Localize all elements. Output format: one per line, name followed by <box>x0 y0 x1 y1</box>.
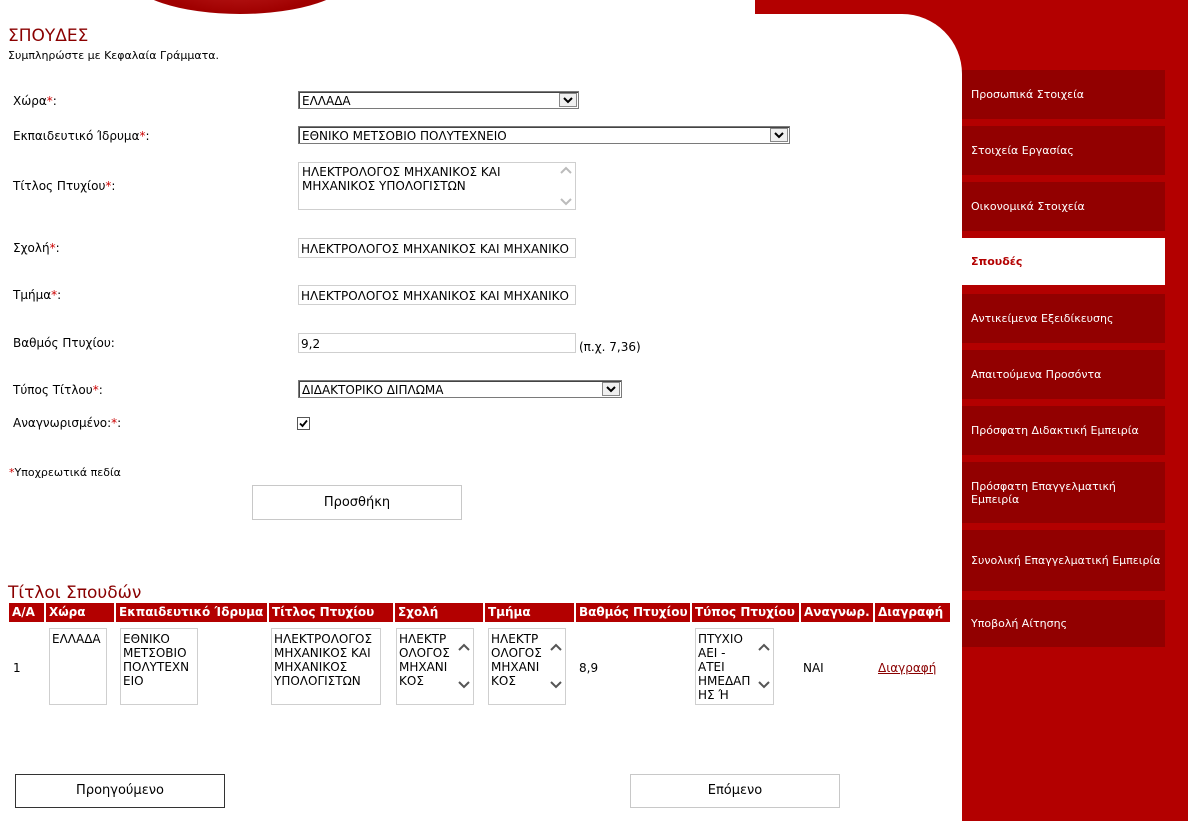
table-header-grade: Βαθμός Πτυχίου <box>576 603 690 622</box>
add-button[interactable]: Προσθήκη <box>252 485 462 520</box>
row-institution[interactable]: ΕΘΝΙΚΟ ΜΕΤΣΟΒΙΟ ΠΟΛΥΤΕΧΝ ΕΙΟ <box>120 628 198 705</box>
colon: : <box>57 288 62 302</box>
table-header-index: Α/Α <box>9 603 44 622</box>
chevron-down-icon[interactable] <box>602 382 620 396</box>
next-button[interactable]: Επόμενο <box>630 774 840 808</box>
degree-title-textarea[interactable]: ΗΛΕΚΤΡΟΛΟΓΟΣ ΜΗΧΑΝΙΚΟΣ ΚΑΙ ΜΗΧΑΝΙΚΟΣ ΥΠΟ… <box>298 162 576 210</box>
checkmark-icon <box>299 419 308 428</box>
row-department[interactable]: ΗΛΕΚΤΡ ΟΛΟΓΟΣ ΜΗΧΑΝΙ ΚΟΣ <box>488 628 566 705</box>
department-label: Τμήμα*: <box>13 288 61 302</box>
institution-label: Εκπαιδευτικό Ίδρυμα*: <box>13 129 150 143</box>
school-label: Σχολή*: <box>13 241 60 255</box>
colon: : <box>55 241 60 255</box>
colon: : <box>145 129 150 143</box>
recognized-label: Αναγνωρισμένο:*: <box>13 416 121 430</box>
grade-hint: (π.χ. 7,36) <box>579 340 641 354</box>
row-school[interactable]: ΗΛΕΚΤΡ ΟΛΟΓΟΣ ΜΗΧΑΝΙ ΚΟΣ <box>396 628 474 705</box>
row-index: 1 <box>13 661 21 675</box>
degree-title-value: ΗΛΕΚΤΡΟΛΟΓΟΣ ΜΗΧΑΝΙΚΟΣ ΚΑΙ ΜΗΧΑΝΙΚΟΣ ΥΠΟ… <box>302 165 501 193</box>
page-subtitle: Συμπληρώστε με Κεφαλαία Γράμματα. <box>8 49 219 62</box>
title-type-select-value: ΔΙΔΑΚΤΟΡΙΚΟ ΔΙΠΛΩΜΑ <box>302 383 444 397</box>
scroll-up-icon[interactable] <box>559 166 573 175</box>
row-degree-type-value: ΠΤΥΧΙΟ ΑΕΙ - ΑΤΕΙ ΗΜΕΔΑΠ ΗΣ Ή <box>698 632 751 702</box>
grade-label: Βαθμός Πτυχίου: <box>13 336 115 350</box>
colon: : <box>111 179 116 193</box>
sidebar-item-qualifications[interactable]: Απαιτούμενα Προσόντα <box>962 350 1165 399</box>
top-band <box>0 0 755 14</box>
row-degree-title[interactable]: ΗΛΕΚΤΡΟΛΟΓΟΣ ΜΗΧΑΝΙΚΟΣ ΚΑΙ ΜΗΧΑΝΙΚΟΣ ΥΠΟ… <box>271 628 381 705</box>
table-title: Τίτλοι Σπουδών <box>8 583 142 603</box>
school-label-text: Σχολή <box>13 241 50 255</box>
sidebar-item-financial[interactable]: Οικονομικά Στοιχεία <box>962 182 1165 231</box>
table-header-country: Χώρα <box>46 603 114 622</box>
table-header-institution: Εκπαιδευτικό Ίδρυμα <box>116 603 267 622</box>
cell-scrollbar[interactable] <box>757 643 771 689</box>
table-header-recognized: Αναγνωρ. <box>801 603 873 622</box>
recognized-checkbox[interactable] <box>297 417 310 430</box>
school-input[interactable]: ΗΛΕΚΤΡΟΛΟΓΟΣ ΜΗΧΑΝΙΚΟΣ ΚΑΙ ΜΗΧΑΝΙΚΟ <box>298 238 576 258</box>
colon: : <box>98 383 103 397</box>
chevron-down-icon[interactable] <box>559 93 577 107</box>
sidebar-item-teaching-experience[interactable]: Πρόσφατη Διδακτική Εμπειρία <box>962 406 1165 455</box>
country-label: Χώρα*: <box>13 94 57 108</box>
institution-label-text: Εκπαιδευτικό Ίδρυμα <box>13 129 140 143</box>
scroll-up-icon[interactable] <box>549 643 563 652</box>
country-label-text: Χώρα <box>13 94 47 108</box>
colon: : <box>117 416 122 430</box>
institution-select-value: ΕΘΝΙΚΟ ΜΕΤΣΟΒΙΟ ΠΟΛΥΤΕΧΝΕΙΟ <box>302 129 507 143</box>
textarea-scrollbar[interactable] <box>559 166 573 206</box>
table-header-degree-title: Τίτλος Πτυχίου <box>269 603 393 622</box>
sidebar-item-total-professional[interactable]: Συνολική Επαγγελματική Εμπειρία <box>962 530 1165 591</box>
row-recognized: ΝΑΙ <box>803 661 824 675</box>
sidebar-item-studies[interactable]: Σπουδές <box>962 238 1165 285</box>
institution-select[interactable]: ΕΘΝΙΚΟ ΜΕΤΣΟΒΙΟ ΠΟΛΥΤΕΧΝΕΙΟ <box>298 126 790 144</box>
country-select-value: ΕΛΛΑΔΑ <box>302 94 351 108</box>
sidebar-item-personal[interactable]: Προσωπικά Στοιχεία <box>962 70 1165 119</box>
row-degree-type[interactable]: ΠΤΥΧΙΟ ΑΕΙ - ΑΤΕΙ ΗΜΕΔΑΠ ΗΣ Ή <box>695 628 774 705</box>
sidebar-item-submit[interactable]: Υποβολή Αίτησης <box>962 600 1165 647</box>
scroll-down-icon[interactable] <box>559 197 573 206</box>
sidebar-item-recent-professional[interactable]: Πρόσφατη Επαγγελματική Εμπειρία <box>962 462 1165 523</box>
scroll-down-icon[interactable] <box>757 680 771 689</box>
colon: : <box>52 94 57 108</box>
title-type-label-text: Τύπος Τίτλου <box>13 383 93 397</box>
recognized-label-text: Αναγνωρισμένο: <box>13 416 112 430</box>
row-grade: 8,9 <box>579 661 599 675</box>
chevron-down-icon[interactable] <box>770 128 788 142</box>
row-country[interactable]: ΕΛΛΑΔΑ <box>49 628 107 705</box>
grade-input[interactable]: 9,2 <box>298 333 576 353</box>
degree-title-label-text: Τίτλος Πτυχίου <box>13 179 106 193</box>
page-title: ΣΠΟΥΔΕΣ <box>8 26 89 46</box>
required-note: *Υποχρεωτικά πεδία <box>9 466 121 479</box>
degree-title-label: Τίτλος Πτυχίου*: <box>13 179 115 193</box>
required-note-text: Υποχρεωτικά πεδία <box>14 466 121 479</box>
sidebar-item-employment[interactable]: Στοιχεία Εργασίας <box>962 126 1165 175</box>
table-header-degree-type: Τύπος Πτυχίου <box>692 603 799 622</box>
title-type-label: Τύπος Τίτλου*: <box>13 383 103 397</box>
cell-scrollbar[interactable] <box>549 643 563 689</box>
row-department-value: ΗΛΕΚΤΡ ΟΛΟΓΟΣ ΜΗΧΑΝΙ ΚΟΣ <box>491 632 542 688</box>
delete-link[interactable]: Διαγραφή <box>878 661 936 675</box>
row-school-value: ΗΛΕΚΤΡ ΟΛΟΓΟΣ ΜΗΧΑΝΙ ΚΟΣ <box>399 632 450 688</box>
table-header-delete: Διαγραφή <box>875 603 950 622</box>
sidebar-item-specialization[interactable]: Αντικείμενα Εξειδίκευσης <box>962 294 1165 343</box>
cell-scrollbar[interactable] <box>457 643 471 689</box>
previous-button[interactable]: Προηγούμενο <box>15 774 225 808</box>
scroll-down-icon[interactable] <box>549 680 563 689</box>
scroll-down-icon[interactable] <box>457 680 471 689</box>
scroll-up-icon[interactable] <box>457 643 471 652</box>
title-type-select[interactable]: ΔΙΔΑΚΤΟΡΙΚΟ ΔΙΠΛΩΜΑ <box>298 380 622 398</box>
department-input[interactable]: ΗΛΕΚΤΡΟΛΟΓΟΣ ΜΗΧΑΝΙΚΟΣ ΚΑΙ ΜΗΧΑΝΙΚΟ <box>298 285 576 305</box>
table-header-school: Σχολή <box>395 603 483 622</box>
country-select[interactable]: ΕΛΛΑΔΑ <box>298 91 579 109</box>
scroll-up-icon[interactable] <box>757 643 771 652</box>
table-header-department: Τμήμα <box>485 603 574 622</box>
department-label-text: Τμήμα <box>13 288 52 302</box>
